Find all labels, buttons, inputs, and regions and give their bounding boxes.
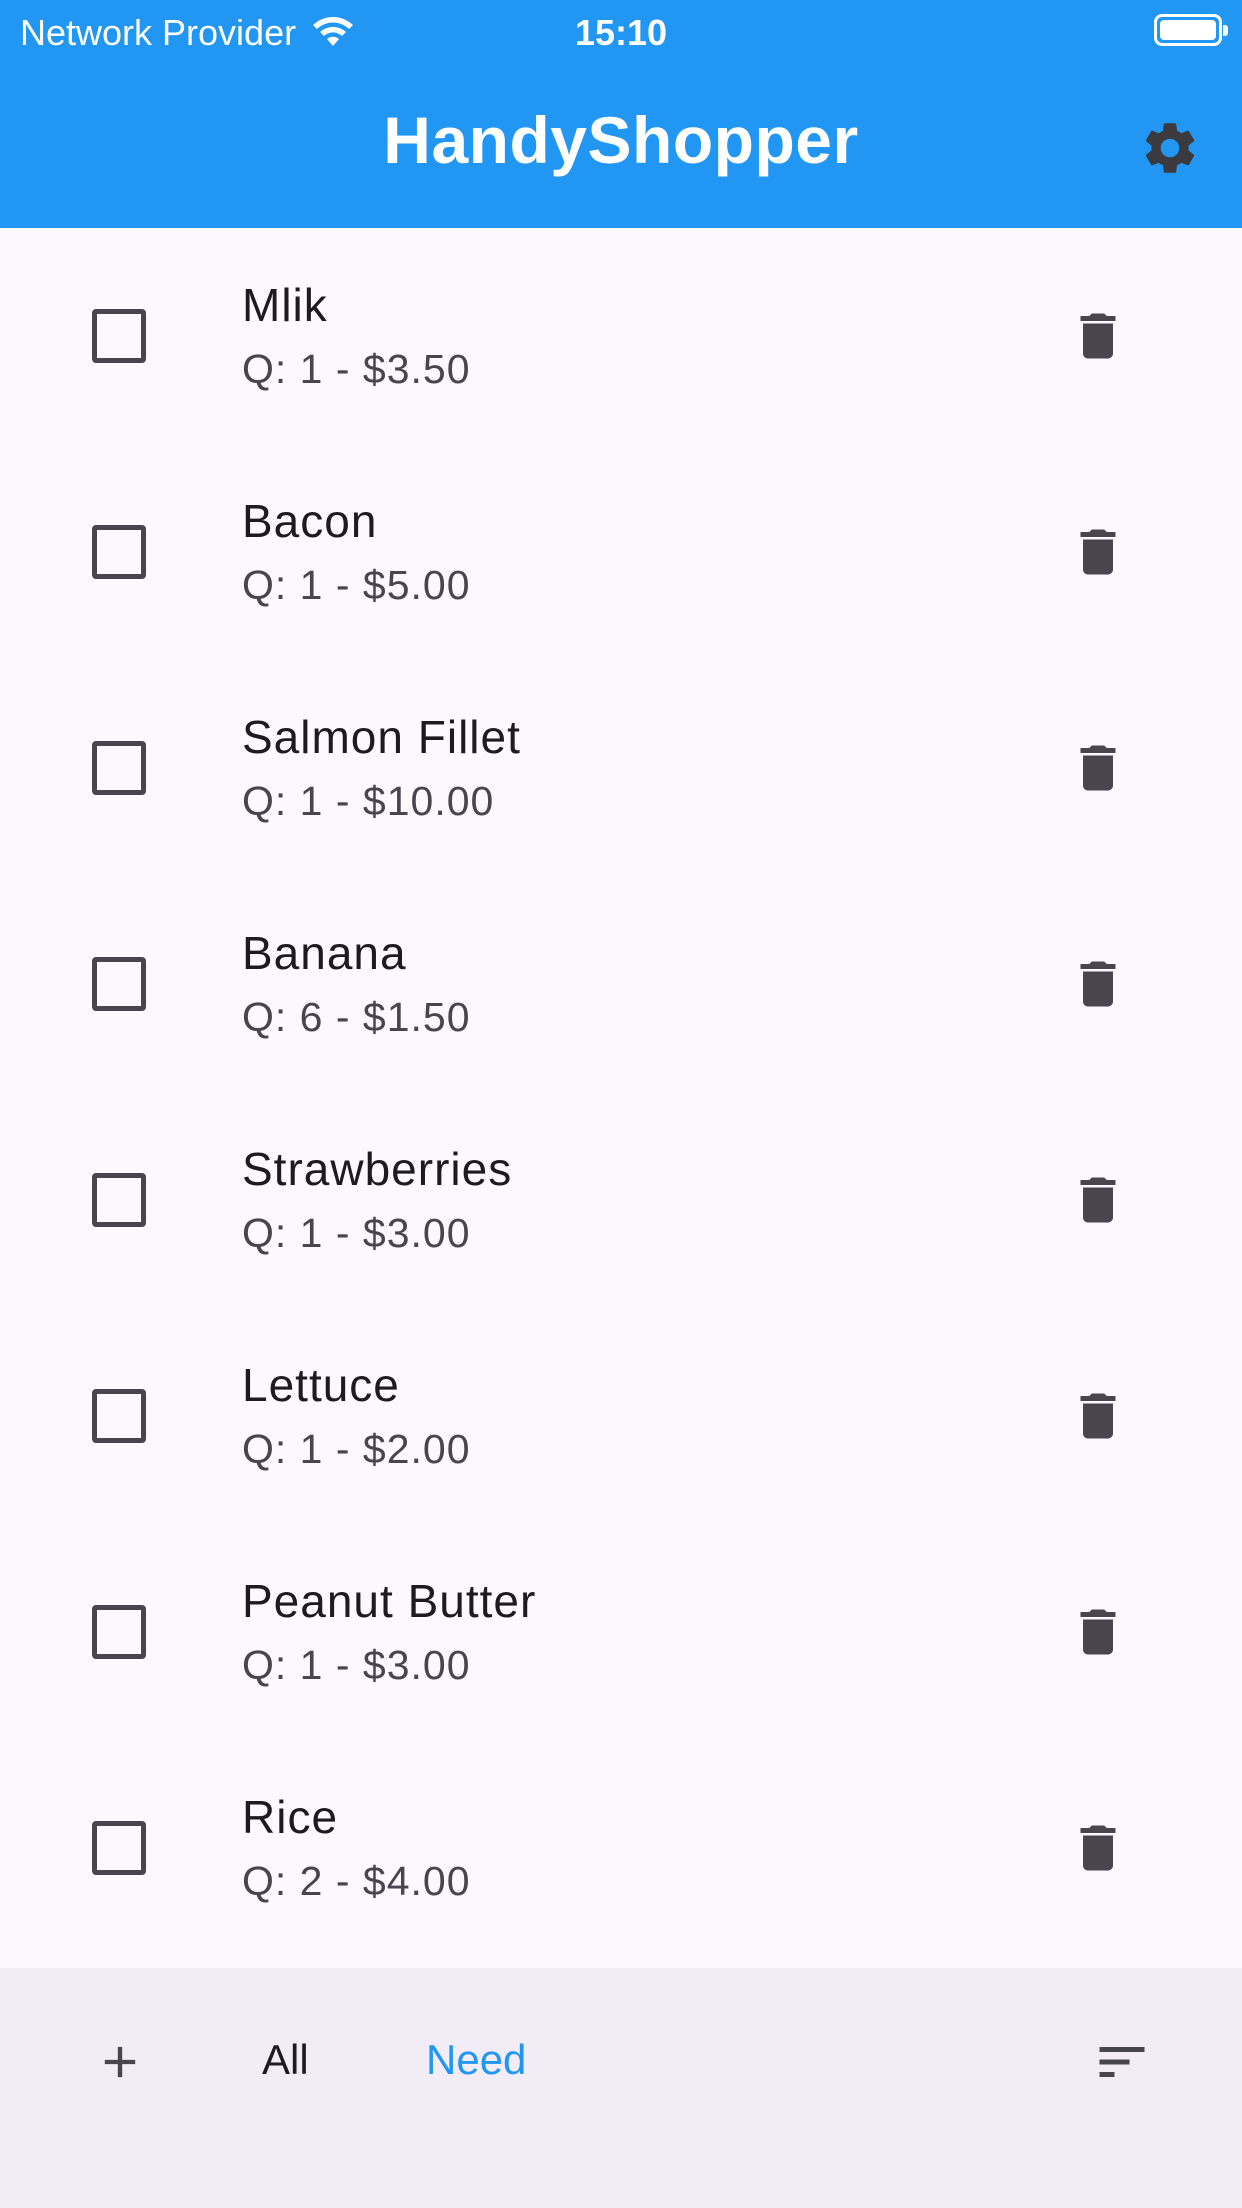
sort-button[interactable] <box>1082 2022 1162 2102</box>
list-item[interactable]: Bacon Q: 1 - $5.00 <box>0 444 1242 660</box>
list-item[interactable]: Salmon Fillet Q: 1 - $10.00 <box>0 660 1242 876</box>
trash-icon <box>1080 961 1116 1007</box>
trash-icon <box>1080 745 1116 791</box>
shopping-list: Mlik Q: 1 - $3.50 Bacon Q: 1 - $5.00 Sal… <box>0 228 1242 1956</box>
battery-icon <box>1154 14 1228 46</box>
list-item[interactable]: Peanut Butter Q: 1 - $3.00 <box>0 1524 1242 1740</box>
list-item[interactable]: Rice Q: 2 - $4.00 <box>0 1740 1242 1956</box>
item-quantity-price: Q: 1 - $10.00 <box>242 778 495 824</box>
delete-button[interactable] <box>1060 946 1136 1022</box>
item-checkbox[interactable] <box>92 1173 146 1227</box>
delete-button[interactable] <box>1060 298 1136 374</box>
item-quantity-price: Q: 1 - $3.00 <box>242 1210 471 1256</box>
item-checkbox[interactable] <box>92 1389 146 1443</box>
trash-icon <box>1080 313 1116 359</box>
item-quantity-price: Q: 1 - $3.50 <box>242 346 471 392</box>
item-checkbox[interactable] <box>92 957 146 1011</box>
bottom-app-bar: All Need <box>0 1968 1242 2208</box>
item-checkbox[interactable] <box>92 1605 146 1659</box>
item-quantity-price: Q: 1 - $5.00 <box>242 562 471 608</box>
trash-icon <box>1080 1177 1116 1223</box>
status-time: 15:10 <box>574 12 668 53</box>
list-item[interactable]: Banana Q: 6 - $1.50 <box>0 876 1242 1092</box>
tab-all[interactable]: All <box>262 2036 309 2084</box>
list-item[interactable]: Mlik Q: 1 - $3.50 <box>0 228 1242 444</box>
delete-button[interactable] <box>1060 1810 1136 1886</box>
add-item-button[interactable] <box>80 2022 160 2102</box>
trash-icon <box>1080 1393 1116 1439</box>
list-item[interactable]: Strawberries Q: 1 - $3.00 <box>0 1092 1242 1308</box>
sort-icon <box>1099 2047 1145 2077</box>
item-checkbox[interactable] <box>92 525 146 579</box>
settings-button[interactable] <box>1130 108 1210 188</box>
item-name: Bacon <box>242 495 378 547</box>
delete-button[interactable] <box>1060 1594 1136 1670</box>
item-name: Mlik <box>242 279 328 331</box>
trash-icon <box>1080 1825 1116 1871</box>
item-name: Lettuce <box>242 1359 400 1411</box>
tab-need[interactable]: Need <box>426 2036 526 2084</box>
trash-icon <box>1080 1609 1116 1655</box>
item-quantity-price: Q: 6 - $1.50 <box>242 994 471 1040</box>
item-checkbox[interactable] <box>92 309 146 363</box>
item-checkbox[interactable] <box>92 1821 146 1875</box>
item-name: Salmon Fillet <box>242 711 521 763</box>
app-title: HandyShopper <box>383 103 859 177</box>
item-quantity-price: Q: 1 - $3.00 <box>242 1642 471 1688</box>
app-screen: Network Provider 15:10 HandyShopper Mlik… <box>0 0 1242 2208</box>
status-bar: Network Provider 15:10 <box>0 0 1242 62</box>
item-checkbox[interactable] <box>92 741 146 795</box>
item-name: Peanut Butter <box>242 1575 537 1627</box>
item-name: Strawberries <box>242 1143 513 1195</box>
item-name: Rice <box>242 1791 339 1843</box>
item-name: Banana <box>242 927 407 979</box>
delete-button[interactable] <box>1060 1378 1136 1454</box>
app-header: Network Provider 15:10 HandyShopper <box>0 0 1242 228</box>
gear-icon <box>1145 123 1195 173</box>
trash-icon <box>1080 529 1116 575</box>
delete-button[interactable] <box>1060 514 1136 590</box>
delete-button[interactable] <box>1060 730 1136 806</box>
plus-icon <box>104 2046 136 2078</box>
delete-button[interactable] <box>1060 1162 1136 1238</box>
item-quantity-price: Q: 1 - $2.00 <box>242 1426 471 1472</box>
item-quantity-price: Q: 2 - $4.00 <box>242 1858 471 1904</box>
list-item[interactable]: Lettuce Q: 1 - $2.00 <box>0 1308 1242 1524</box>
